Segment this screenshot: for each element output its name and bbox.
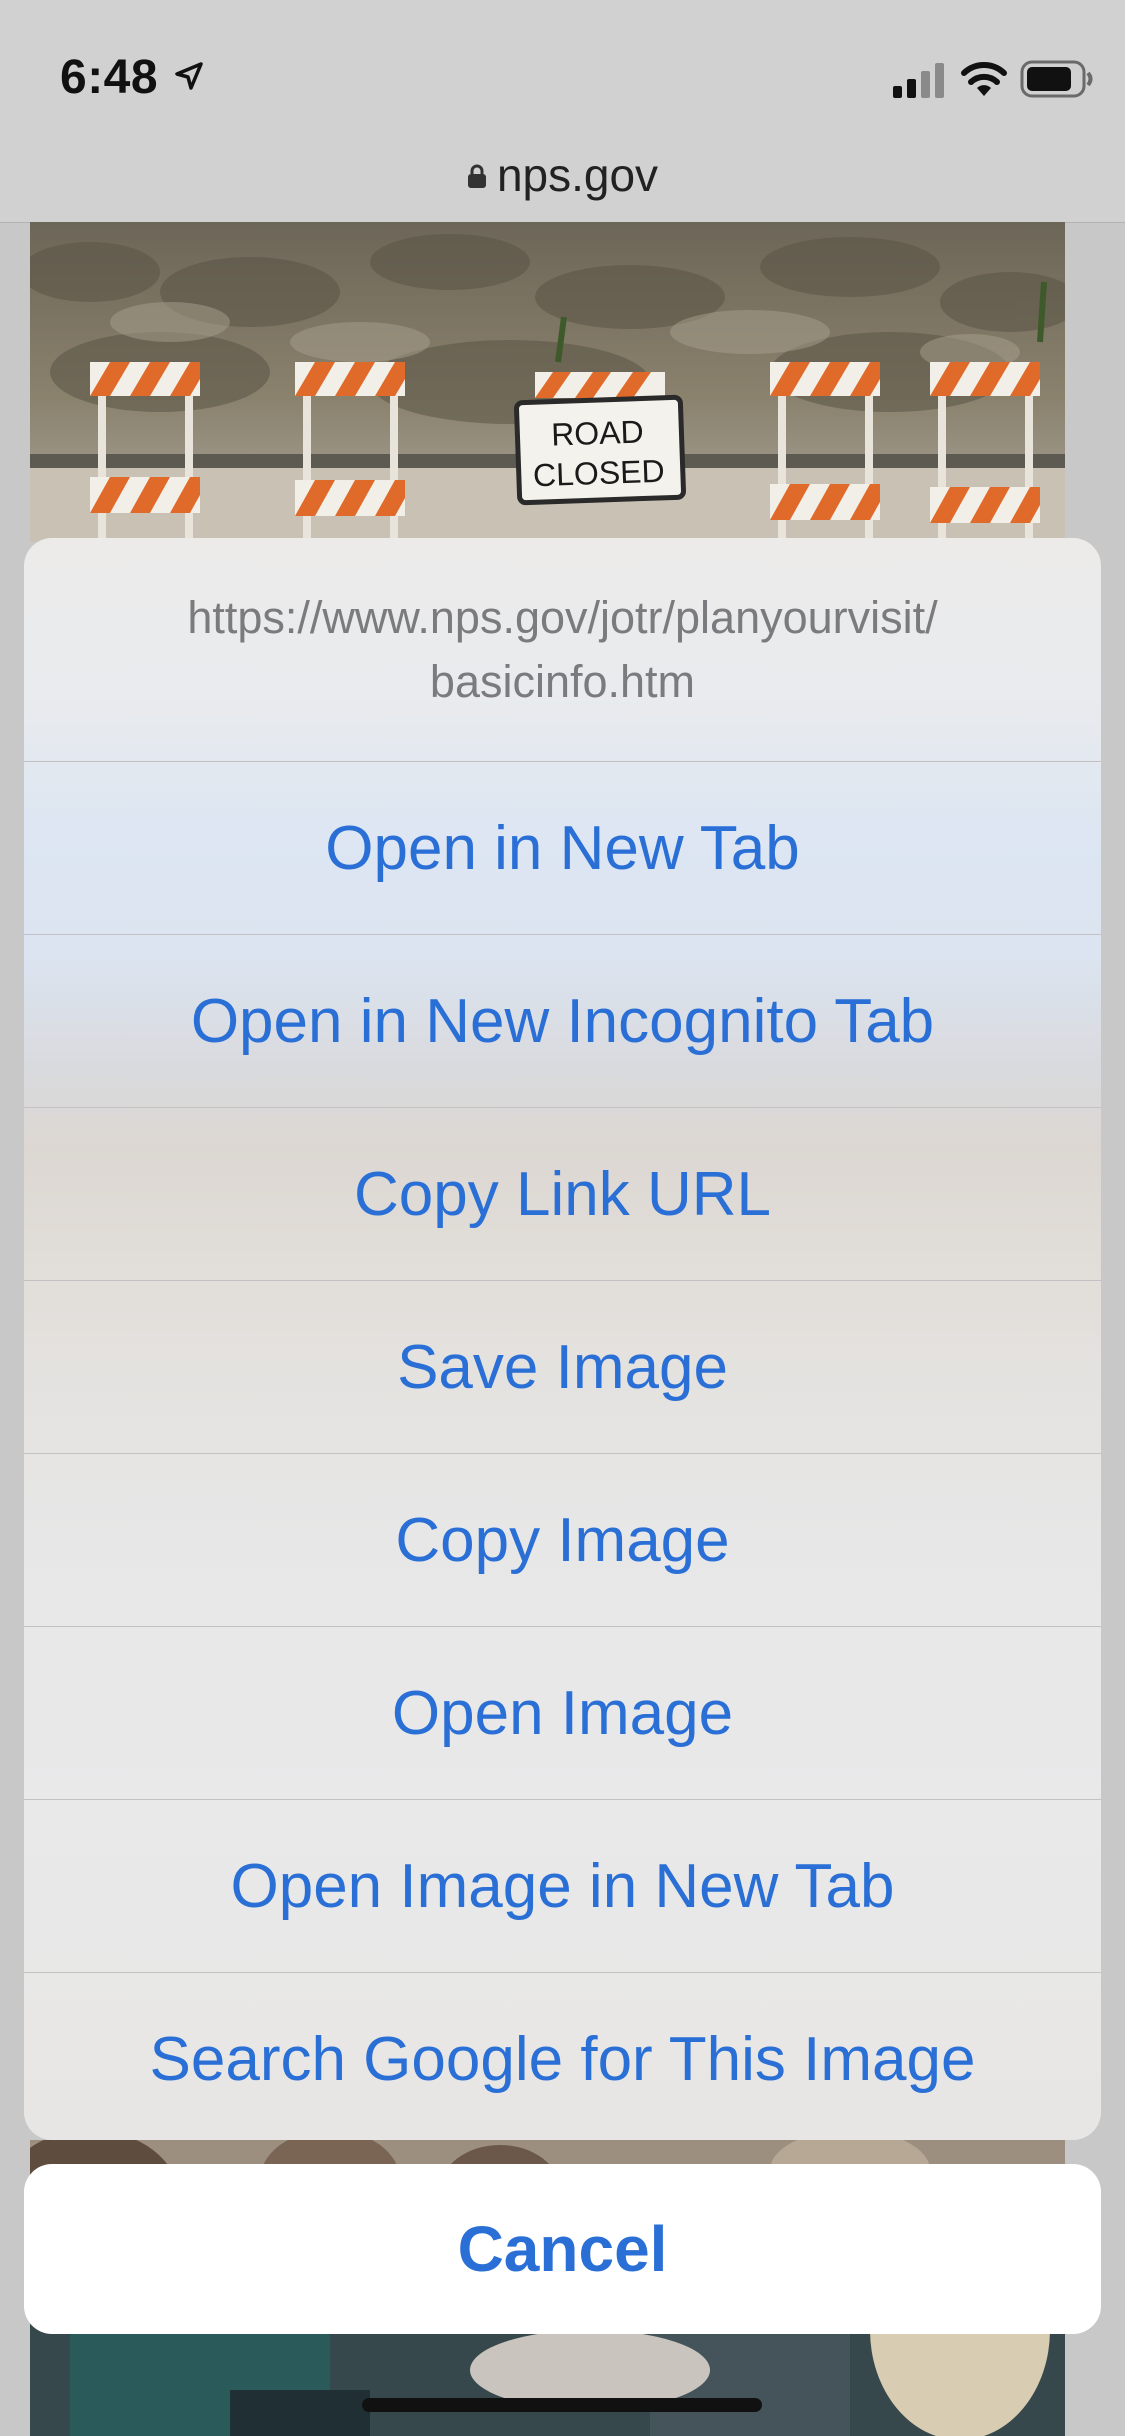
open-image-button[interactable]: Open Image <box>24 1627 1101 1800</box>
page-image-road-closed: ROAD CLOSED <box>30 222 1065 542</box>
url-display[interactable]: nps.gov <box>0 148 1125 202</box>
url-domain: nps.gov <box>496 149 659 201</box>
open-in-new-incognito-tab-button[interactable]: Open in New Incognito Tab <box>24 935 1101 1108</box>
action-sheet-url-text: https://www.nps.gov/jotr/planyourvisit/ … <box>187 586 937 714</box>
home-indicator[interactable] <box>362 2398 762 2412</box>
open-image-in-new-tab-button[interactable]: Open Image in New Tab <box>24 1800 1101 1973</box>
link-action-sheet: https://www.nps.gov/jotr/planyourvisit/ … <box>24 538 1101 2140</box>
copy-image-button[interactable]: Copy Image <box>24 1454 1101 1627</box>
sign-text-road: ROAD <box>551 413 645 452</box>
search-google-for-image-button[interactable]: Search Google for This Image <box>24 1973 1101 2140</box>
status-bar: 6:48 <box>0 0 1125 140</box>
wifi-icon <box>961 62 1007 96</box>
status-time: 6:48 <box>60 51 159 104</box>
action-sheet-url-line2: basicinfo.htm <box>429 655 696 707</box>
cancel-button[interactable]: Cancel <box>24 2164 1101 2334</box>
action-sheet-url-line1: https://www.nps.gov/jotr/planyourvisit/ <box>187 591 938 643</box>
lock-icon <box>467 164 486 188</box>
copy-link-url-button[interactable]: Copy Link URL <box>24 1108 1101 1281</box>
battery-icon <box>1020 60 1093 98</box>
sign-text-closed: CLOSED <box>532 453 665 494</box>
road-closed-photo: ROAD CLOSED <box>30 234 1065 542</box>
save-image-button[interactable]: Save Image <box>24 1281 1101 1454</box>
open-in-new-tab-button[interactable]: Open in New Tab <box>24 762 1101 935</box>
cellular-signal-icon <box>893 63 944 98</box>
location-arrow-icon <box>175 62 203 90</box>
url-bar[interactable]: nps.gov <box>0 140 1125 223</box>
action-sheet-url-header: https://www.nps.gov/jotr/planyourvisit/ … <box>24 538 1101 762</box>
